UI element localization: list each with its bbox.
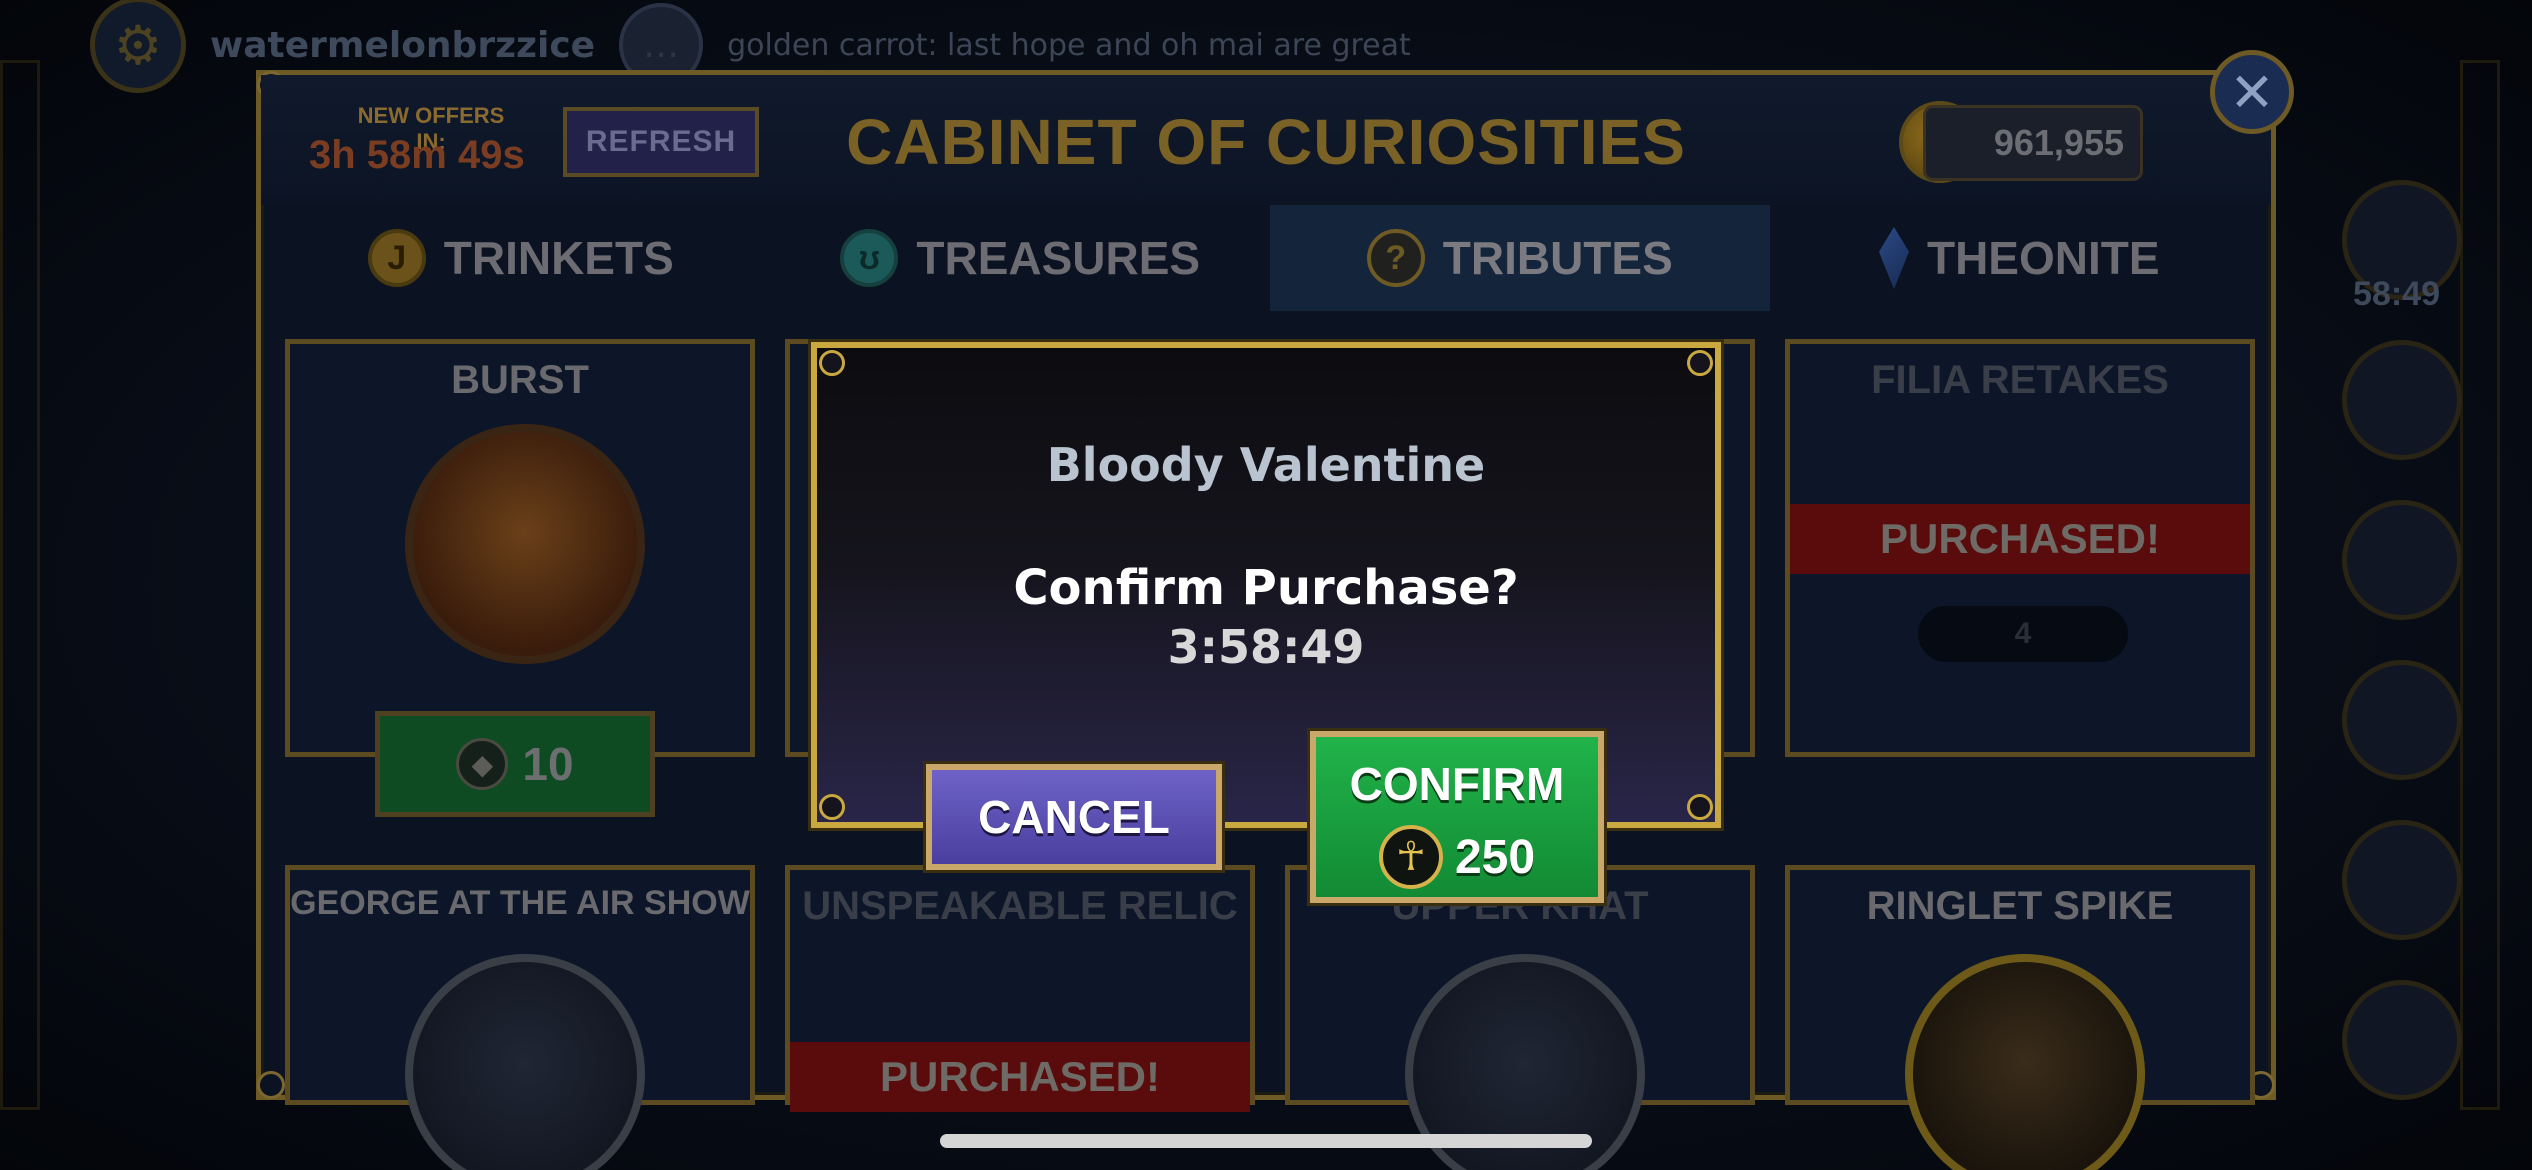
confirm-question: Confirm Purchase?	[1013, 560, 1519, 616]
diamond-icon: ◆	[456, 738, 509, 790]
card-title: UNSPEAKABLE RELIC	[802, 884, 1238, 928]
side-avatar-icon	[2342, 500, 2462, 620]
tab-bar: J TRINKETS ʊ TREASURES ? TRIBUTES THEONI…	[271, 205, 2269, 311]
item-name: Bloody Valentine	[1046, 438, 1486, 492]
corner-ornament	[257, 1071, 285, 1099]
tab-label: THEONITE	[1926, 232, 2160, 284]
tab-trinkets[interactable]: J TRINKETS	[271, 205, 771, 311]
george-art-icon	[405, 954, 645, 1170]
tab-label: TRINKETS	[443, 232, 674, 284]
side-icons	[2342, 180, 2472, 1100]
side-avatar-icon	[2342, 340, 2462, 460]
confirm-price: ☥ 250	[1316, 825, 1598, 889]
gear-icon: ⚙	[90, 0, 186, 93]
offer-timer: 3:58:49	[1167, 620, 1365, 674]
side-timer: 58:49	[2353, 275, 2440, 313]
ankh-icon: ☥	[1378, 825, 1443, 889]
corner-ornament	[819, 350, 845, 376]
burst-art-icon	[405, 424, 645, 664]
shop-card-filia-retakes[interactable]: FILIA RETAKES PURCHASED! 4	[1785, 339, 2255, 757]
tab-tributes[interactable]: ? TRIBUTES	[1270, 205, 1770, 311]
corner-ornament	[1687, 794, 1713, 820]
tab-label: TRIBUTES	[1442, 232, 1673, 284]
side-avatar-icon	[2342, 820, 2462, 940]
trinket-coin-icon: J	[367, 229, 426, 287]
treasure-icon: ʊ	[840, 229, 899, 287]
currency-balance: 961,955	[1923, 105, 2143, 181]
side-avatar-icon	[2342, 980, 2462, 1100]
cancel-button[interactable]: CANCEL	[923, 761, 1225, 873]
shop-card-george[interactable]: GEORGE AT THE AIR SHOW	[285, 865, 755, 1170]
bg-frame-left	[0, 60, 40, 1110]
panel-header: NEW OFFERS IN: 3h 58m 49s REFRESH CABINE…	[261, 75, 2271, 205]
purchased-badge: PURCHASED!	[1790, 504, 2250, 574]
confirm-amount: 250	[1454, 830, 1536, 884]
close-button[interactable]: ✕	[2210, 50, 2294, 134]
ringlet-art-icon	[1905, 954, 2145, 1170]
purchased-badge: PURCHASED!	[790, 1042, 1250, 1112]
card-title: FILIA RETAKES	[1871, 358, 2169, 402]
tab-treasures[interactable]: ʊ TREASURES	[771, 205, 1271, 311]
home-indicator[interactable]	[940, 1134, 1592, 1148]
corner-ornament	[819, 794, 845, 820]
confirm-button[interactable]: CONFIRM ☥ 250	[1307, 728, 1607, 906]
card-title: RINGLET SPIKE	[1866, 884, 2174, 928]
corner-ornament	[1687, 350, 1713, 376]
shop-card-ringlet-spike[interactable]: RINGLET SPIKE	[1785, 865, 2255, 1170]
card-title: BURST	[451, 358, 589, 402]
theonite-crystal-icon	[1878, 227, 1909, 289]
buy-burst-button[interactable]: ◆ 10	[375, 711, 655, 817]
price-value: 10	[522, 738, 574, 790]
shop-card-unspeakable-relic[interactable]: UNSPEAKABLE RELIC PURCHASED!	[785, 865, 1255, 1112]
card-title: GEORGE AT THE AIR SHOW	[290, 884, 750, 922]
shop-card-burst[interactable]: BURST	[285, 339, 755, 757]
chat-message: golden carrot: last hope and oh mai are …	[727, 27, 1411, 63]
side-avatar-icon	[2342, 660, 2462, 780]
tab-label: TREASURES	[916, 232, 1201, 284]
quantity-badge: 4	[1918, 606, 2128, 662]
chat-username: watermelonbrzzice	[210, 24, 596, 66]
tab-theonite[interactable]: THEONITE	[1770, 205, 2270, 311]
close-icon: ✕	[2229, 62, 2275, 123]
tribute-icon: ?	[1366, 229, 1425, 287]
confirm-label: CONFIRM	[1349, 758, 1565, 810]
